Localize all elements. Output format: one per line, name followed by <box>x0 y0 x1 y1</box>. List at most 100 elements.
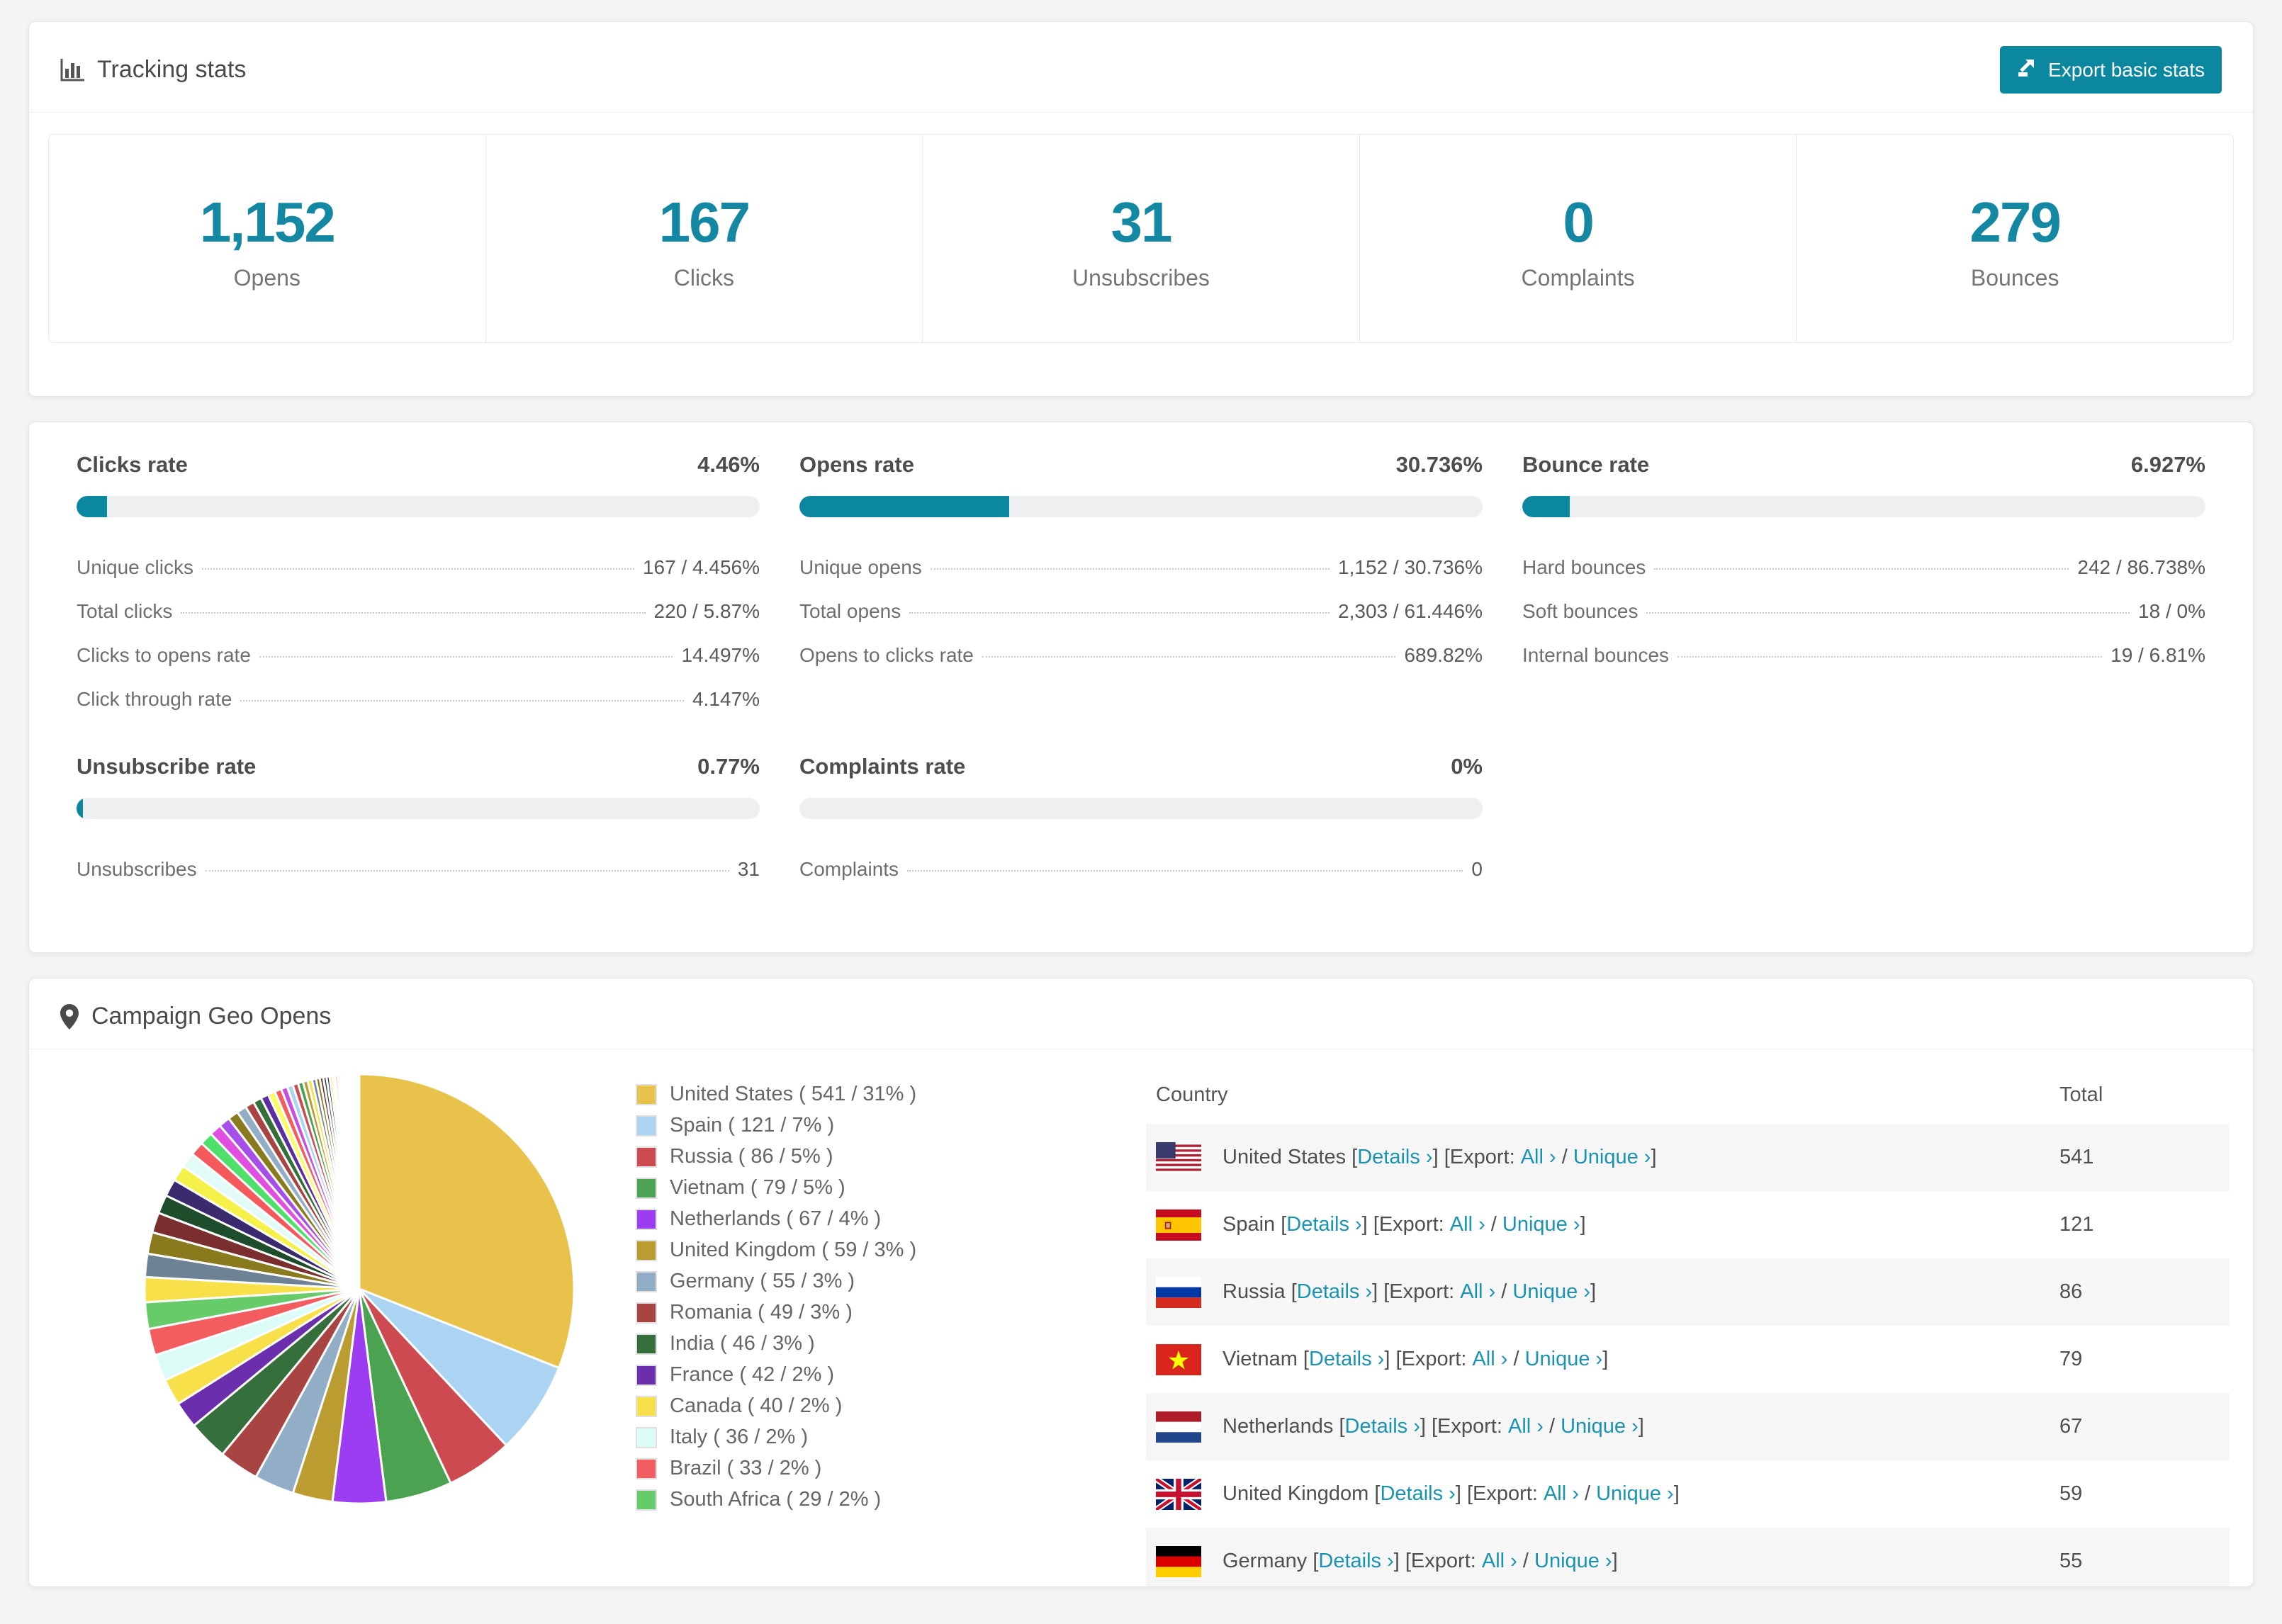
legend-label: United States ( 541 / 31% ) <box>670 1083 917 1105</box>
country-name: Russia <box>1222 1280 1291 1303</box>
rate-row-label: Click through rate <box>77 688 232 710</box>
bracket: ] <box>1612 1550 1618 1572</box>
export-all-link[interactable]: All › <box>1482 1550 1517 1573</box>
stat-value: 31 <box>1111 191 1172 254</box>
column-header-country: Country <box>1156 1083 1228 1106</box>
export-unique-link[interactable]: Unique › <box>1596 1482 1674 1506</box>
stat-value: 167 <box>658 191 751 254</box>
rate-row-value: 242 / 86.738% <box>2077 556 2205 578</box>
legend-item: Italy ( 36 / 2% ) <box>636 1426 990 1449</box>
table-row-nl: Netherlands [Details ›] [Export: All › /… <box>1146 1393 2230 1460</box>
legend-swatch <box>636 1364 657 1386</box>
export-all-link[interactable]: All › <box>1508 1415 1544 1438</box>
rate-panel-head: Complaints rate 0% <box>799 754 1483 779</box>
export-unique-link[interactable]: Unique › <box>1512 1280 1590 1304</box>
total-value: 67 <box>2059 1415 2083 1438</box>
details-link[interactable]: Details › <box>1297 1280 1372 1304</box>
legend-item: United Kingdom ( 59 / 3% ) <box>636 1239 990 1262</box>
rate-row-value: 167 / 4.456% <box>642 556 760 578</box>
slash: / <box>1507 1348 1525 1370</box>
rate-rows: Hard bounces 242 / 86.738% Soft bounces 18 … <box>1522 546 2205 677</box>
rate-progress-bar <box>799 798 1483 819</box>
geo-pie-chart[interactable] <box>140 1069 579 1509</box>
country-cell: Spain [Details ›] [Export: All › / Uniqu… <box>1156 1209 2059 1241</box>
dotted-leader <box>930 568 1330 570</box>
export-all-link[interactable]: All › <box>1472 1348 1507 1371</box>
flag-icon-gb <box>1156 1478 1222 1510</box>
details-link[interactable]: Details › <box>1357 1146 1432 1169</box>
rate-row: Soft bounces 18 / 0% <box>1522 590 2205 633</box>
dotted-leader <box>907 870 1463 872</box>
rate-row: Internal bounces 19 / 6.81% <box>1522 633 2205 677</box>
details-link[interactable]: Details › <box>1318 1550 1393 1573</box>
export-all-link[interactable]: All › <box>1460 1280 1495 1304</box>
rates-card: Clicks rate 4.46% Unique clicks 167 / 4.456… <box>28 422 2254 953</box>
export-all-link[interactable]: All › <box>1544 1482 1579 1506</box>
rate-rows: Complaints 0 <box>799 847 1483 891</box>
rate-row-value: 4.147% <box>692 688 760 710</box>
flag-icon-ru <box>1156 1276 1222 1308</box>
stat-cell-complaints: 0 Complaints <box>1360 135 1797 342</box>
rate-panel-head: Bounce rate 6.927% <box>1522 452 2205 478</box>
legend-swatch <box>636 1489 657 1511</box>
legend-swatch <box>636 1115 657 1137</box>
details-link[interactable]: Details › <box>1286 1213 1361 1236</box>
rate-progress-bar <box>77 496 760 517</box>
export-unique-link[interactable]: Unique › <box>1573 1146 1651 1169</box>
bracket: ] <box>1673 1482 1680 1505</box>
export-unique-link[interactable]: Unique › <box>1525 1348 1603 1371</box>
legend-item: India ( 46 / 3% ) <box>636 1332 990 1355</box>
flag-icon-nl <box>1156 1411 1222 1443</box>
bracket: [ <box>1281 1213 1287 1236</box>
bracket: [ <box>1291 1280 1297 1303</box>
details-link[interactable]: Details › <box>1380 1482 1455 1506</box>
details-link[interactable]: Details › <box>1345 1415 1420 1438</box>
export-basic-stats-button[interactable]: Export basic stats <box>2000 46 2222 94</box>
rate-panel-bounce: Bounce rate 6.927% Hard bounces 242 / 86.73… <box>1522 452 2205 721</box>
geo-table-body: United States [Details ›] [Export: All ›… <box>1146 1124 2230 1586</box>
legend-label: United Kingdom ( 59 / 3% ) <box>670 1239 917 1261</box>
slash: / <box>1517 1550 1534 1572</box>
rates-grid: Clicks rate 4.46% Unique clicks 167 / 4.456… <box>48 452 2234 891</box>
dotted-leader <box>240 700 685 701</box>
geo-opens-card: Campaign Geo Opens United States ( 541 /… <box>28 978 2254 1587</box>
legend-item: Brazil ( 33 / 2% ) <box>636 1457 990 1480</box>
dotted-leader <box>205 870 729 872</box>
details-link[interactable]: Details › <box>1309 1348 1384 1371</box>
export-all-link[interactable]: All › <box>1450 1213 1485 1236</box>
bar-chart-icon <box>60 58 84 81</box>
rate-title: Clicks rate <box>77 452 188 477</box>
page-title: Tracking stats <box>97 56 247 83</box>
rate-value: 0.77% <box>697 754 760 779</box>
legend-swatch <box>636 1083 657 1105</box>
rate-row: Opens to clicks rate 689.82% <box>799 633 1483 677</box>
bracket: ] <box>1384 1348 1396 1370</box>
export-unique-link[interactable]: Unique › <box>1502 1213 1580 1236</box>
legend-swatch <box>636 1270 657 1292</box>
slash: / <box>1495 1280 1513 1303</box>
export-unique-link[interactable]: Unique › <box>1534 1550 1612 1573</box>
tracking-stats-card: Tracking stats Export basic stats 1,152 O… <box>28 21 2254 397</box>
export-prefix: [Export: <box>1395 1348 1473 1370</box>
table-row-gb: United Kingdom [Details ›] [Export: All … <box>1146 1460 2230 1528</box>
rate-title: Unsubscribe rate <box>77 754 257 779</box>
rate-row: Total opens 2,303 / 61.446% <box>799 590 1483 633</box>
legend-label: Spain ( 121 / 7% ) <box>670 1114 835 1137</box>
export-prefix: [Export: <box>1383 1280 1461 1303</box>
table-row-es: Spain [Details ›] [Export: All › / Uniqu… <box>1146 1191 2230 1258</box>
stat-value: 1,152 <box>199 191 336 254</box>
rate-row-value: 2,303 / 61.446% <box>1338 600 1483 622</box>
flag-icon-es <box>1156 1209 1222 1241</box>
legend-swatch <box>636 1208 657 1230</box>
legend-item: United States ( 541 / 31% ) <box>636 1083 990 1106</box>
legend-item: Vietnam ( 79 / 5% ) <box>636 1176 990 1200</box>
export-icon <box>2017 57 2038 83</box>
geo-content: United States ( 541 / 31% ) Spain ( 121 /… <box>29 1049 2253 1586</box>
stat-cell-unsubscribes: 31 Unsubscribes <box>923 135 1360 342</box>
bracket: ] <box>1420 1415 1432 1438</box>
rate-progress-fill <box>77 798 83 819</box>
export-all-link[interactable]: All › <box>1521 1146 1556 1169</box>
flag-icon-de <box>1156 1545 1222 1577</box>
export-unique-link[interactable]: Unique › <box>1561 1415 1639 1438</box>
rate-value: 6.927% <box>2130 452 2205 477</box>
